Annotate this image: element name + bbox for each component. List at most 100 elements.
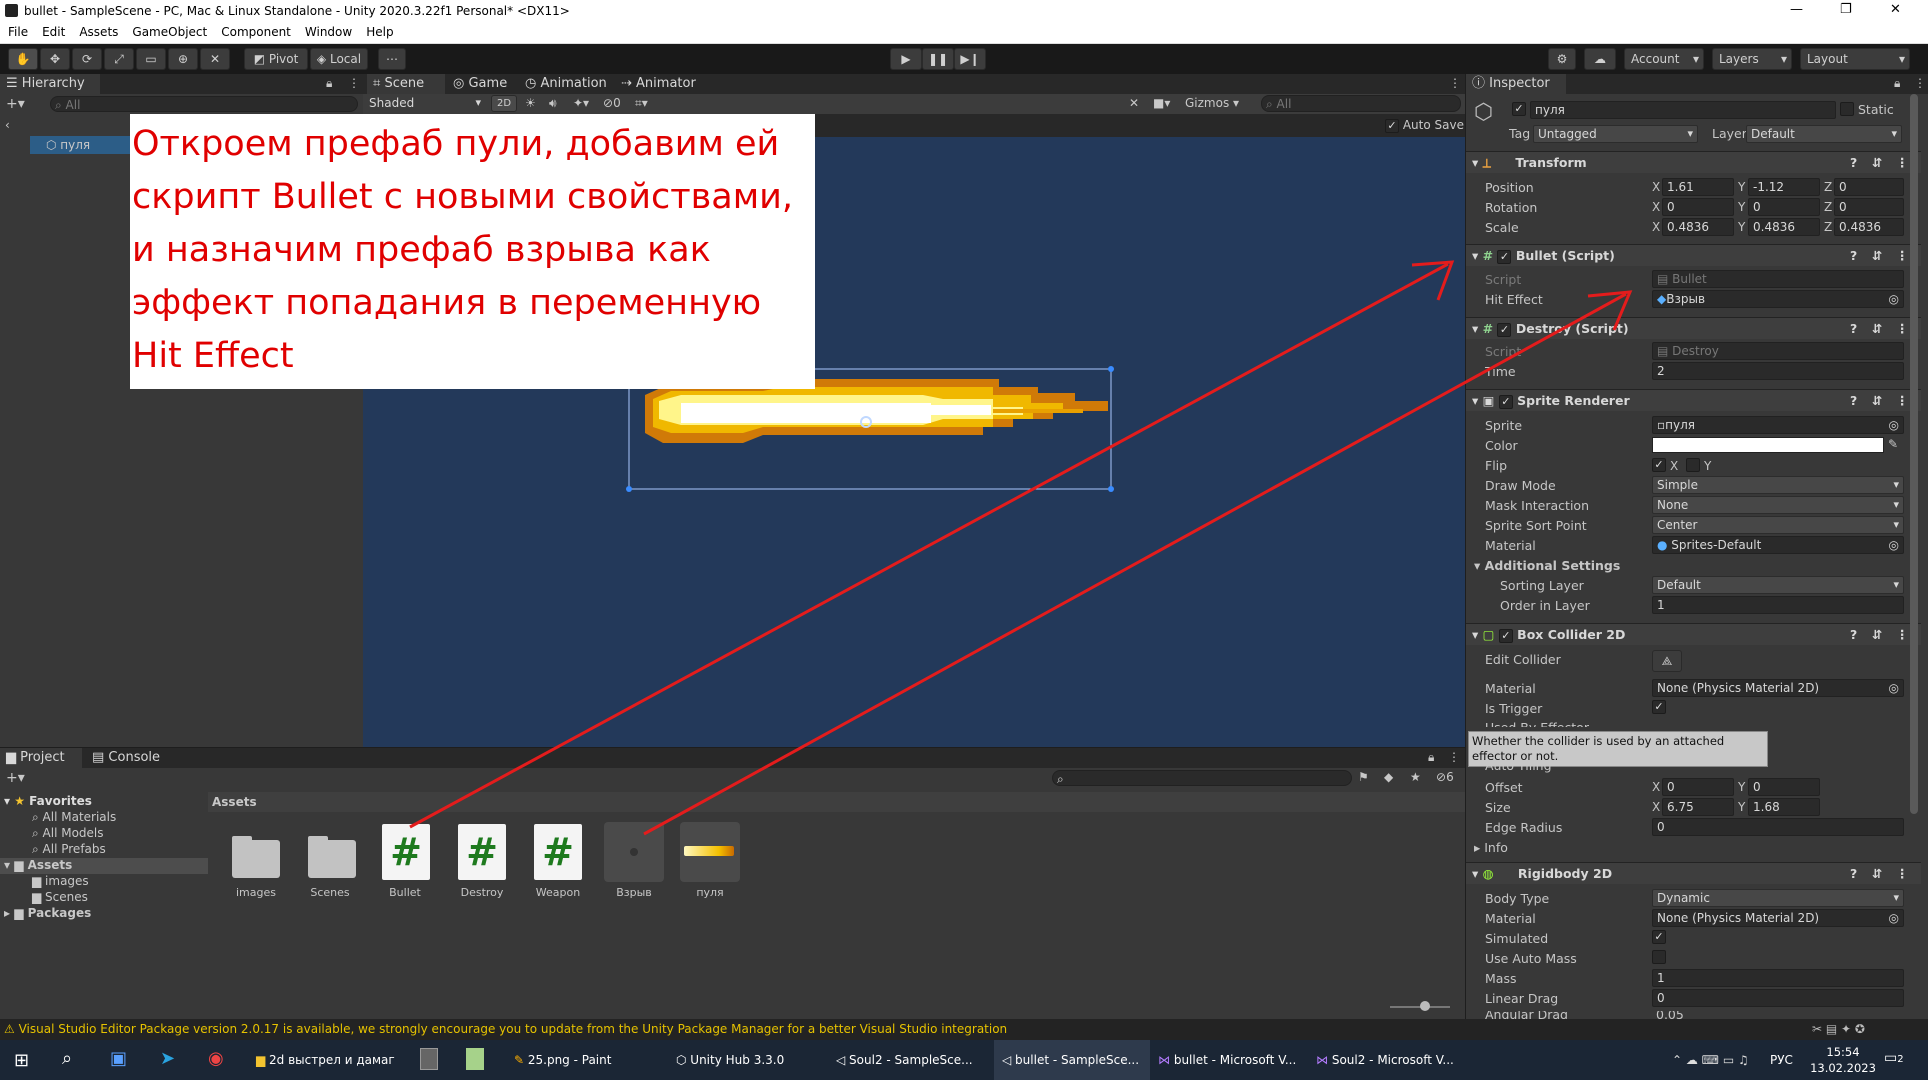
- layer-dropdown[interactable]: Default: [1746, 125, 1902, 143]
- rotate-tool-icon[interactable]: ⟳: [72, 48, 102, 70]
- desktop-app-icon[interactable]: ▣: [110, 1048, 127, 1069]
- taskbar-unity-soul2[interactable]: ◁ Soul2 - SampleSce...: [836, 1040, 973, 1080]
- transform-tool-icon[interactable]: ⊕: [168, 48, 198, 70]
- account-dropdown[interactable]: Account ▾: [1624, 48, 1704, 70]
- tab-inspector[interactable]: ⓘ Inspector: [1466, 74, 1566, 94]
- favorite-icon[interactable]: ★: [1410, 770, 1421, 784]
- breadcrumb-label[interactable]: Assets: [212, 795, 257, 809]
- taskbar-vs-bullet[interactable]: ⋈ bullet - Microsoft V...: [1158, 1040, 1296, 1080]
- object-name-field[interactable]: пуля: [1530, 101, 1836, 119]
- enabled-checkbox[interactable]: ✓: [1497, 249, 1512, 264]
- menu-window[interactable]: Window: [297, 22, 358, 39]
- hierarchy-search[interactable]: ⌕ All: [50, 96, 358, 112]
- tree-item[interactable]: ▆ Scenes: [32, 890, 88, 904]
- menu-edit[interactable]: Edit: [34, 22, 71, 39]
- position-y[interactable]: -1.12: [1748, 178, 1820, 196]
- move-tool-icon[interactable]: ✥: [40, 48, 70, 70]
- object-picker-icon[interactable]: ◎: [1889, 910, 1899, 926]
- static-checkbox[interactable]: [1840, 102, 1854, 116]
- rotation-x[interactable]: 0: [1662, 198, 1734, 216]
- handle-tr[interactable]: [1108, 366, 1114, 372]
- mass-field[interactable]: 1: [1652, 969, 1904, 987]
- size-y[interactable]: 1.68: [1748, 798, 1820, 816]
- rotation-z[interactable]: 0: [1834, 198, 1904, 216]
- preset-icon[interactable]: ⇵: [1872, 318, 1882, 340]
- maximize-button[interactable]: ❐: [1840, 2, 1852, 17]
- taskbar-unity-bullet[interactable]: ◁ bullet - SampleSce...: [994, 1040, 1150, 1080]
- pause-button[interactable]: ❚❚: [922, 48, 954, 70]
- object-picker-icon[interactable]: ◎: [1889, 680, 1899, 696]
- preset-icon[interactable]: ⇵: [1872, 624, 1882, 646]
- play-button[interactable]: ▶: [890, 48, 922, 70]
- material-field[interactable]: ● Sprites-Default ◎: [1652, 536, 1904, 554]
- mask-interaction-dropdown[interactable]: None: [1652, 496, 1904, 514]
- tree-item[interactable]: ⌕ All Models: [32, 826, 104, 841]
- active-checkbox[interactable]: ✓: [1512, 102, 1526, 116]
- telegram-icon[interactable]: ➤: [160, 1048, 175, 1069]
- handle-br[interactable]: [1108, 486, 1114, 492]
- hit-effect-field[interactable]: ◆Взрыв ◎: [1652, 290, 1904, 308]
- size-x[interactable]: 6.75: [1662, 798, 1734, 816]
- draw-mode-dropdown[interactable]: Simple: [1652, 476, 1904, 494]
- asset-prefab-bullet[interactable]: [680, 822, 740, 882]
- minimize-button[interactable]: —: [1790, 2, 1803, 17]
- additional-settings-foldout[interactable]: ▾ Additional Settings: [1474, 558, 1620, 573]
- scale-y[interactable]: 0.4836: [1748, 218, 1820, 236]
- pivot-toggle[interactable]: ◩ Pivot: [244, 48, 308, 70]
- language-indicator[interactable]: РУС: [1770, 1040, 1793, 1080]
- menu-icon[interactable]: ⋮: [1896, 863, 1909, 885]
- object-picker-icon[interactable]: ◎: [1889, 291, 1899, 307]
- preset-icon[interactable]: ⇵: [1872, 863, 1882, 885]
- tree-item[interactable]: ⌕ All Prefabs: [32, 842, 106, 857]
- flip-x-checkbox[interactable]: ✓: [1652, 458, 1666, 472]
- flip-y-checkbox[interactable]: [1686, 458, 1700, 472]
- tree-item[interactable]: ▆ images: [32, 874, 89, 888]
- rigidbody-header[interactable]: ▾ ◍ Rigidbody 2D? ⇵ ⋮: [1466, 862, 1921, 884]
- menu-assets[interactable]: Assets: [71, 22, 124, 39]
- collab-icon[interactable]: ⚙: [1548, 48, 1576, 70]
- menu-icon[interactable]: ⋮: [1896, 152, 1909, 174]
- menu-icon[interactable]: ⋮: [1448, 750, 1460, 764]
- shading-dropdown[interactable]: Shaded: [365, 95, 485, 113]
- edit-collider-button[interactable]: ⟁: [1652, 650, 1682, 672]
- layers-dropdown[interactable]: Layers ▾: [1712, 48, 1792, 70]
- tree-packages[interactable]: ▸ ▆ Packages: [4, 906, 91, 920]
- filter-type-icon[interactable]: ⚑: [1358, 770, 1369, 784]
- help-icon[interactable]: ?: [1850, 390, 1857, 412]
- gizmos-dropdown[interactable]: Gizmos ▾: [1185, 96, 1255, 110]
- menu-component[interactable]: Component: [213, 22, 297, 39]
- is-trigger-checkbox[interactable]: ✓: [1652, 700, 1666, 714]
- sprite-field[interactable]: ▫пуля ◎: [1652, 416, 1904, 434]
- help-icon[interactable]: ?: [1850, 863, 1857, 885]
- filter-label-icon[interactable]: ◆: [1384, 770, 1393, 784]
- tab-hierarchy[interactable]: ☰ Hierarchy: [0, 74, 100, 94]
- tree-item[interactable]: ⌕ All Materials: [32, 810, 116, 825]
- layout-dropdown[interactable]: Layout ▾: [1800, 48, 1910, 70]
- back-arrow-icon[interactable]: ‹: [5, 118, 10, 132]
- menu-icon[interactable]: ⋮: [348, 76, 360, 90]
- position-x[interactable]: 1.61: [1662, 178, 1734, 196]
- menu-gameobject[interactable]: GameObject: [124, 22, 213, 39]
- asset-folder-scenes[interactable]: [302, 828, 362, 888]
- auto-save-checkbox[interactable]: ✓: [1385, 118, 1399, 133]
- tag-dropdown[interactable]: Untagged: [1533, 125, 1698, 143]
- menu-icon[interactable]: ⋮: [1896, 624, 1909, 646]
- asset-script-destroy[interactable]: #: [454, 824, 514, 884]
- taskbar-calculator-icon[interactable]: [420, 1048, 438, 1070]
- info-foldout[interactable]: ▸ Info: [1474, 840, 1508, 855]
- inspector-scrollbar[interactable]: [1910, 94, 1918, 814]
- audio-icon[interactable]: 🔊︎: [549, 96, 557, 111]
- handle-tl[interactable]: [626, 486, 632, 492]
- taskbar-spreadsheet-icon[interactable]: [466, 1048, 484, 1070]
- scale-z[interactable]: 0.4836: [1834, 218, 1904, 236]
- local-toggle[interactable]: ◈ Local: [310, 48, 368, 70]
- taskbar-explorer[interactable]: ▆ 2d выстрел и дамаг: [256, 1040, 395, 1080]
- 2d-toggle[interactable]: 2D: [491, 95, 517, 112]
- close-button[interactable]: ✕: [1890, 2, 1901, 17]
- object-picker-icon[interactable]: ◎: [1889, 537, 1899, 553]
- hidden-objects-icon[interactable]: ⊘0: [603, 96, 621, 110]
- asset-script-weapon[interactable]: #: [530, 824, 590, 884]
- rect-tool-icon[interactable]: ▭: [136, 48, 166, 70]
- menu-help[interactable]: Help: [358, 22, 399, 39]
- rotation-y[interactable]: 0: [1748, 198, 1820, 216]
